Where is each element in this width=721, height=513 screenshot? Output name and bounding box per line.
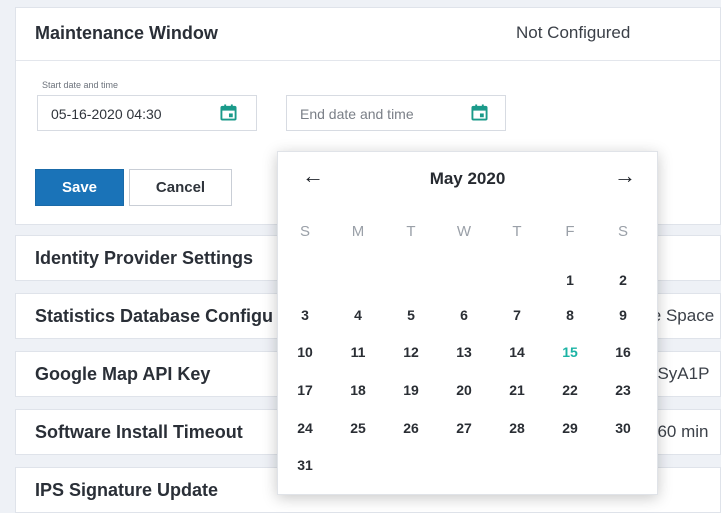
maintenance-window-title: Maintenance Window — [35, 23, 218, 43]
datepicker-day[interactable]: 8 — [550, 307, 590, 323]
datepicker-day[interactable]: 22 — [550, 382, 590, 398]
datepicker-day[interactable]: 4 — [338, 307, 378, 323]
next-month-arrow-icon[interactable]: → — [614, 165, 636, 187]
datepicker-popup: ← May 2020 → SMTWTFS 1 2 3 4 5 6 7 8 9 10 11 12 13 14… — [277, 151, 658, 495]
weekday-label: T — [406, 223, 416, 240]
datepicker-day[interactable]: 30 — [603, 420, 643, 436]
google-map-api-key-title: Google Map API Key — [35, 364, 211, 384]
datepicker-day[interactable]: 23 — [603, 382, 643, 398]
end-datetime-placeholder: End date and time — [300, 106, 414, 122]
calendar-icon[interactable] — [471, 104, 488, 121]
datepicker-day[interactable]: 31 — [285, 457, 325, 473]
datepicker-day[interactable]: 19 — [391, 382, 431, 398]
start-datetime-field[interactable]: 05-16-2020 04:30 — [37, 95, 257, 131]
maintenance-window-header[interactable]: Maintenance Window Not Configured — [16, 8, 720, 61]
datepicker-day[interactable]: 3 — [285, 307, 325, 323]
start-datetime-value: 05-16-2020 04:30 — [51, 106, 162, 122]
datepicker-day[interactable]: 25 — [338, 420, 378, 436]
start-datetime-label: Start date and time — [42, 80, 119, 90]
weekday-label: T — [512, 223, 522, 240]
ips-signature-update-title: IPS Signature Update — [35, 480, 219, 500]
datepicker-day[interactable]: 29 — [550, 420, 590, 436]
datepicker-day[interactable]: 24 — [285, 420, 325, 436]
calendar-icon[interactable] — [220, 104, 237, 121]
datepicker-day[interactable]: 10 — [285, 344, 325, 360]
cancel-button[interactable]: Cancel — [129, 169, 232, 206]
datepicker-day[interactable]: 11 — [338, 344, 378, 360]
weekday-label: W — [456, 223, 472, 240]
datepicker-day[interactable]: 6 — [444, 307, 484, 323]
datepicker-day-today[interactable]: 15 — [550, 344, 590, 360]
datepicker-day[interactable]: 17 — [285, 382, 325, 398]
datepicker-day[interactable]: 13 — [444, 344, 484, 360]
datepicker-day[interactable]: 21 — [497, 382, 537, 398]
weekday-label: M — [351, 223, 365, 240]
weekday-label: S — [617, 223, 628, 240]
datepicker-day[interactable]: 1 — [550, 272, 590, 288]
datepicker-day[interactable]: 14 — [497, 344, 537, 360]
maintenance-window-status: Not Configured — [516, 23, 631, 42]
datepicker-day[interactable]: 12 — [391, 344, 431, 360]
datepicker-day[interactable]: 20 — [444, 382, 484, 398]
software-install-timeout-title: Software Install Timeout — [35, 422, 243, 442]
datepicker-day[interactable]: 5 — [391, 307, 431, 323]
datepicker-day[interactable]: 9 — [603, 307, 643, 323]
end-datetime-field[interactable]: End date and time — [286, 95, 506, 131]
identity-provider-settings-title: Identity Provider Settings — [35, 248, 254, 268]
datepicker-day[interactable]: 2 — [603, 272, 643, 288]
weekday-label: F — [565, 223, 575, 240]
weekday-label: S — [299, 223, 310, 240]
save-button[interactable]: Save — [35, 169, 124, 206]
datepicker-day[interactable]: 7 — [497, 307, 537, 323]
datepicker-day[interactable]: 27 — [444, 420, 484, 436]
datepicker-day[interactable]: 18 — [338, 382, 378, 398]
datepicker-month-label: May 2020 — [429, 169, 506, 188]
statistics-database-title: Statistics Database Configu — [35, 306, 274, 326]
datepicker-day[interactable]: 16 — [603, 344, 643, 360]
datepicker-day[interactable]: 26 — [391, 420, 431, 436]
datepicker-day[interactable]: 28 — [497, 420, 537, 436]
